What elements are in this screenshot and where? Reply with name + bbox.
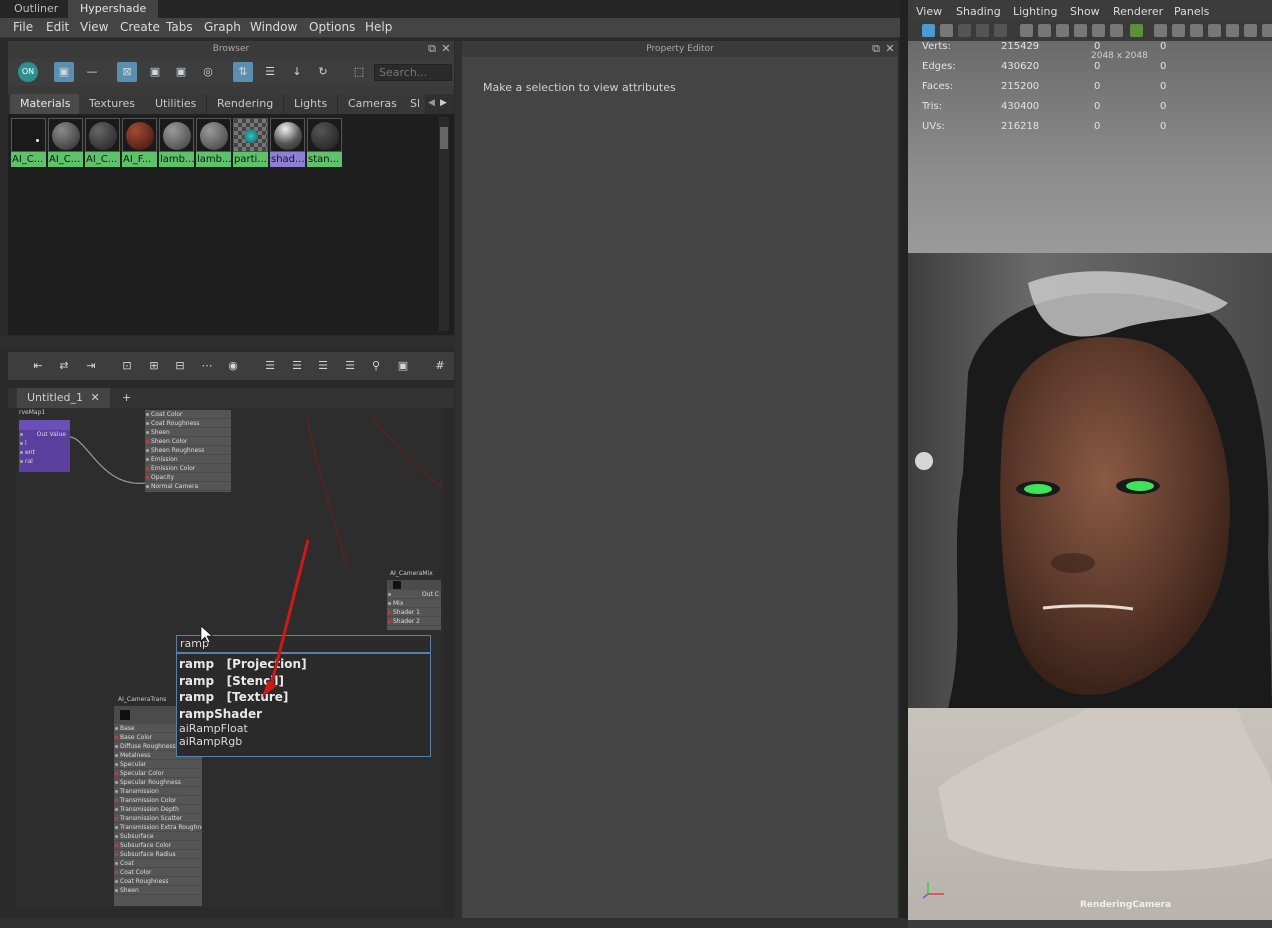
wireframe-icon[interactable] <box>1154 24 1167 37</box>
viewport-background: Verts: 215429 0 0 Edges: 430620 0 0 Face… <box>908 41 1272 253</box>
character-render <box>908 253 1272 708</box>
hud-label: Faces: <box>922 81 954 92</box>
hud-value: 430620 <box>1001 61 1040 72</box>
camera-name-label: RenderingCamera <box>1080 900 1172 910</box>
float-panel-icon[interactable]: ⧉ <box>870 43 882 55</box>
image-plane-icon[interactable] <box>976 24 989 37</box>
hud-label: Tris: <box>922 101 943 112</box>
hud-value: 215429 <box>1001 41 1040 52</box>
viewport-menu-shading[interactable]: Shading <box>956 5 1001 18</box>
safe-action-icon[interactable] <box>1130 24 1143 37</box>
viewport-menu-view[interactable]: View <box>916 5 942 18</box>
hud-value: 430400 <box>1001 101 1040 112</box>
hud-value: 215200 <box>1001 81 1040 92</box>
axis-gizmo-icon <box>922 882 944 899</box>
textured-icon[interactable] <box>1208 24 1221 37</box>
hud-value: 0 <box>1160 121 1167 132</box>
viewport-menubar: View Shading Lighting Show Renderer Pane… <box>908 3 1272 21</box>
resolution-gate-label: 2048 x 2048 <box>1091 51 1148 61</box>
smooth-shade-icon[interactable] <box>1172 24 1185 37</box>
viewport-menu-lighting[interactable]: Lighting <box>1013 5 1057 18</box>
panel-splitter[interactable] <box>900 0 908 928</box>
maya-window: Outliner Hypershade File Edit View Creat… <box>0 0 1272 928</box>
mouse-cursor-icon <box>200 625 213 644</box>
hud-value: 0 <box>1160 41 1167 52</box>
gate-mask-icon[interactable] <box>1092 24 1105 37</box>
hud-value: 216218 <box>1001 121 1040 132</box>
2d-pan-icon[interactable] <box>994 24 1007 37</box>
bookmark-icon[interactable] <box>958 24 971 37</box>
annotation-arrow <box>268 539 310 691</box>
panel-splitter[interactable] <box>455 41 462 918</box>
property-editor-message: Make a selection to view attributes <box>483 81 676 94</box>
hud-value: 0 <box>1160 81 1167 92</box>
3d-viewport[interactable]: View Shading Lighting Show Renderer Pane… <box>908 0 1272 928</box>
select-camera-icon[interactable] <box>922 24 935 37</box>
isolate-icon[interactable] <box>1262 24 1272 37</box>
hud-label: UVs: <box>922 121 945 132</box>
hud-value: 0 <box>1160 101 1167 112</box>
hud-value: 0 <box>1094 101 1101 112</box>
close-icon[interactable]: ✕ <box>884 43 896 55</box>
property-editor-panel: Property Editor ⧉ ✕ Make a selection to … <box>462 41 898 918</box>
resolution-gate-icon[interactable] <box>1074 24 1087 37</box>
grease-pencil-icon[interactable] <box>1020 24 1033 37</box>
film-gate-icon[interactable] <box>1056 24 1069 37</box>
lighting-icon[interactable] <box>1226 24 1239 37</box>
arrow-head <box>262 680 277 697</box>
panel-splitter[interactable] <box>0 336 460 350</box>
shoulders-render <box>938 708 1272 872</box>
default-material-icon[interactable] <box>1190 24 1203 37</box>
panel-splitter <box>0 918 908 928</box>
field-chart-icon[interactable] <box>1110 24 1123 37</box>
camera-attributes-icon[interactable] <box>940 24 953 37</box>
grid-toggle-icon[interactable] <box>1038 24 1051 37</box>
hud-label: Edges: <box>922 61 956 72</box>
viewport-menu-renderer[interactable]: Renderer <box>1113 5 1163 18</box>
rendered-head-model <box>908 253 1272 708</box>
hud-value: 0 <box>1094 121 1101 132</box>
hud-value: 0 <box>1094 61 1101 72</box>
viewport-menu-panels[interactable]: Panels <box>1174 5 1209 18</box>
property-editor-title: Property Editor <box>462 41 898 57</box>
shadows-icon[interactable] <box>1244 24 1257 37</box>
viewport-floor-area <box>908 708 1272 920</box>
hud-value: 0 <box>1094 81 1101 92</box>
viewport-toolbar <box>908 21 1272 41</box>
hud-label: Verts: <box>922 41 951 52</box>
hud-value: 0 <box>1160 61 1167 72</box>
viewport-menu-show[interactable]: Show <box>1070 5 1100 18</box>
